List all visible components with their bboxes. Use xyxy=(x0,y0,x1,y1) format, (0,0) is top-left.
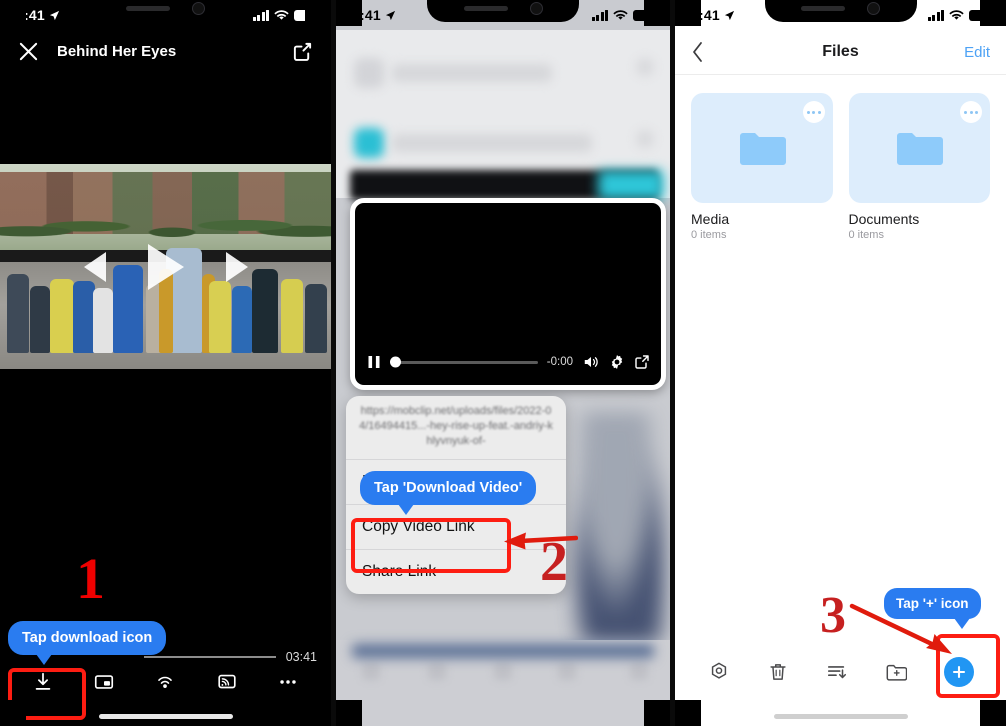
close-x-icon[interactable] xyxy=(18,41,39,62)
front-camera xyxy=(529,1,543,15)
gear-icon[interactable] xyxy=(609,354,625,370)
phone-notch xyxy=(764,0,917,22)
status-time-group: 9:41 xyxy=(352,7,396,23)
add-plus-icon[interactable] xyxy=(943,657,974,687)
previous-triangle-icon[interactable] xyxy=(83,251,106,282)
tooltip-download-video: Tap 'Download Video' xyxy=(360,471,537,515)
phone-notch xyxy=(89,0,242,22)
more-options-icon[interactable] xyxy=(277,671,299,693)
home-indicator xyxy=(98,714,233,719)
earpiece-speaker xyxy=(126,5,170,11)
front-camera xyxy=(867,1,880,15)
video-title: Behind Her Eyes xyxy=(57,42,177,60)
location-arrow-icon xyxy=(724,10,734,20)
download-icon[interactable] xyxy=(32,671,54,693)
status-time: 9:41 xyxy=(691,7,720,23)
folder-thumbnail[interactable] xyxy=(848,93,990,203)
new-folder-icon[interactable] xyxy=(885,661,907,683)
phone-notch xyxy=(427,0,579,22)
trash-icon[interactable] xyxy=(767,661,789,683)
video-header: Behind Her Eyes xyxy=(0,30,331,72)
status-time-group: 9:41 xyxy=(16,7,60,23)
battery-full-icon xyxy=(633,9,659,21)
settings-gear-icon[interactable] xyxy=(708,661,730,683)
arrow-to-download-video xyxy=(504,532,578,550)
step-number-3: 3 xyxy=(820,587,846,644)
next-triangle-icon[interactable] xyxy=(225,251,248,282)
wifi-icon xyxy=(613,9,628,20)
status-indicators xyxy=(252,9,320,21)
location-arrow-icon xyxy=(49,10,59,20)
pause-icon[interactable] xyxy=(366,354,382,370)
folder-icon xyxy=(897,133,944,165)
folder-icon xyxy=(739,133,786,165)
more-dots-icon[interactable] xyxy=(802,101,825,123)
blurred-blue-strip xyxy=(352,644,654,658)
player-time-remaining: -0:00 xyxy=(546,356,573,368)
files-nav-bar: Files Edit xyxy=(675,30,1006,75)
folder-item-count: 0 items xyxy=(691,229,727,241)
front-camera xyxy=(192,1,205,15)
play-triangle-icon[interactable] xyxy=(147,243,184,290)
blurred-background-people xyxy=(566,412,666,642)
cast-screen-icon[interactable] xyxy=(216,671,238,693)
status-indicators xyxy=(927,9,995,21)
cellular-bars-icon xyxy=(252,9,269,21)
battery-full-icon xyxy=(969,9,995,21)
location-arrow-icon xyxy=(385,10,395,20)
share-external-icon[interactable] xyxy=(292,41,313,62)
more-dots-icon[interactable] xyxy=(960,101,982,123)
folder-card-media[interactable]: Media 0 items xyxy=(691,93,833,241)
picture-in-picture-icon[interactable] xyxy=(93,671,115,693)
status-time-group: 9:41 xyxy=(691,7,735,23)
folder-grid: Media 0 items Documents 0 items xyxy=(675,75,1006,241)
panel-video-player: 9:41 Behind Her Eyes 1 03:41 Tap downloa… xyxy=(0,0,331,726)
player-progress-bar[interactable] xyxy=(390,356,538,368)
player-controls: -0:00 xyxy=(355,339,661,385)
player-scrubber-knob[interactable] xyxy=(390,356,401,368)
cellular-bars-icon xyxy=(927,9,944,21)
status-indicators xyxy=(591,9,659,21)
earpiece-speaker xyxy=(801,5,845,11)
cellular-bars-icon xyxy=(591,9,608,21)
volume-icon[interactable] xyxy=(582,354,600,370)
battery-full-icon xyxy=(294,9,320,21)
playback-overlay xyxy=(0,243,331,290)
folder-item-count: 0 items xyxy=(848,229,884,241)
earpiece-speaker xyxy=(463,5,508,11)
status-time: 9:41 xyxy=(352,7,381,23)
step-number-1: 1 xyxy=(76,546,105,611)
folder-name: Documents xyxy=(848,211,920,227)
page-title: Files xyxy=(822,43,859,60)
arrow-to-plus-button xyxy=(849,603,952,654)
wifi-icon xyxy=(274,9,289,20)
folder-name: Media xyxy=(691,211,730,227)
sort-icon[interactable] xyxy=(826,661,848,683)
folder-thumbnail[interactable] xyxy=(691,93,833,203)
menu-url-text: https://mobclip.net/uploads/files/2022-0… xyxy=(359,405,553,447)
video-player-box[interactable]: -0:00 xyxy=(350,198,666,390)
home-indicator xyxy=(773,714,908,719)
folder-card-documents[interactable]: Documents 0 items xyxy=(848,93,990,241)
status-time: 9:41 xyxy=(16,7,45,23)
fullscreen-icon[interactable] xyxy=(634,354,650,370)
blurred-background-top xyxy=(336,30,670,200)
video-thumbnail[interactable] xyxy=(0,164,331,369)
video-bottom-toolbar xyxy=(0,660,331,704)
three-panel-tutorial: 9:41 Behind Her Eyes 1 03:41 Tap downloa… xyxy=(0,0,1006,726)
chevron-left-icon[interactable] xyxy=(691,41,705,63)
panel-download-menu: 9:41 -0:00 https://mobclip.net/uploads/f… xyxy=(336,0,670,726)
airplay-icon[interactable] xyxy=(154,671,176,693)
edit-button[interactable]: Edit xyxy=(964,44,990,61)
seek-bar[interactable] xyxy=(144,656,276,658)
tooltip-download: Tap download icon xyxy=(8,621,167,665)
wifi-icon xyxy=(949,9,964,20)
